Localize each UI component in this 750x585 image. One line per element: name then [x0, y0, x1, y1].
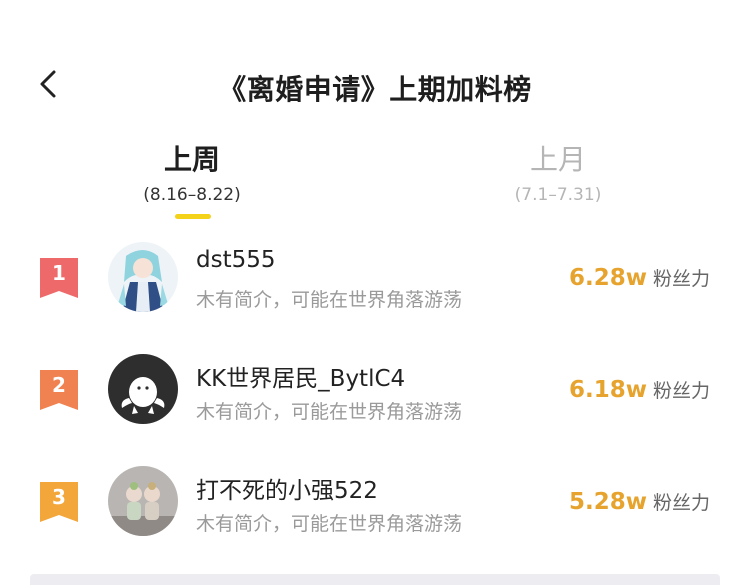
- fan-power: 5.28w 粉丝力: [569, 488, 710, 515]
- user-name[interactable]: dst555: [196, 247, 276, 273]
- avatar[interactable]: [108, 242, 178, 312]
- avatar[interactable]: [108, 466, 178, 536]
- tab-last-week-range: (8.16–8.22): [143, 185, 241, 205]
- fan-power-label: 粉丝力: [652, 492, 710, 514]
- page-title: 《离婚申请》上期加料榜: [218, 73, 532, 106]
- fan-power: 6.28w 粉丝力: [569, 264, 710, 291]
- user-bio: 木有简介，可能在世界角落游荡: [196, 401, 463, 423]
- list-item[interactable]: 2 KK世界居民_BytlC4 木有简介，可能在世界角落游荡 6.18w 粉丝力: [0, 340, 750, 450]
- list-item[interactable]: 1 dst555 木有简介，可能在世界角落游荡 6.28w 粉丝力: [0, 228, 750, 338]
- rank-number: 1: [52, 261, 66, 285]
- photo-avatar-icon: [108, 466, 178, 536]
- period-tabs: 上周 (8.16–8.22) 上月 (7.1–7.31): [0, 140, 750, 230]
- fan-power-value: 6.28w: [568, 265, 647, 291]
- user-name[interactable]: KK世界居民_BytlC4: [196, 359, 405, 393]
- user-name[interactable]: 打不死的小强522: [196, 471, 378, 505]
- tab-last-week[interactable]: 上周 (8.16–8.22): [92, 140, 292, 208]
- rank-badge: 3: [38, 480, 80, 524]
- tab-last-month-label: 上月: [529, 143, 586, 176]
- active-tab-indicator: [175, 214, 211, 219]
- rank-badge: 2: [38, 368, 80, 412]
- tab-last-month[interactable]: 上月 (7.1–7.31): [458, 140, 658, 208]
- fan-power-label: 粉丝力: [652, 380, 710, 402]
- rank-number: 2: [52, 373, 66, 397]
- fan-power-label: 粉丝力: [652, 268, 710, 290]
- fan-power-value: 6.18w: [568, 377, 647, 403]
- user-bio: 木有简介，可能在世界角落游荡: [196, 513, 463, 535]
- tab-last-month-range: (7.1–7.31): [514, 185, 602, 205]
- fan-power-value: 5.28w: [568, 489, 647, 515]
- top-bar: 《离婚申请》上期加料榜: [0, 52, 750, 122]
- tab-last-week-label: 上周: [163, 143, 220, 176]
- default-avatar-icon: [108, 354, 178, 424]
- anime-avatar-icon: [108, 242, 178, 312]
- rank-number: 3: [52, 485, 66, 509]
- user-bio: 木有简介，可能在世界角落游荡: [196, 289, 463, 311]
- avatar[interactable]: [108, 354, 178, 424]
- list-item[interactable]: 3 打不死的小强522 木有简介，可能在世界角落游荡 5.28w 粉丝力: [0, 452, 750, 562]
- rank-badge: 1: [38, 256, 80, 300]
- bottom-panel-edge: [30, 574, 720, 585]
- fan-power: 6.18w 粉丝力: [569, 376, 710, 403]
